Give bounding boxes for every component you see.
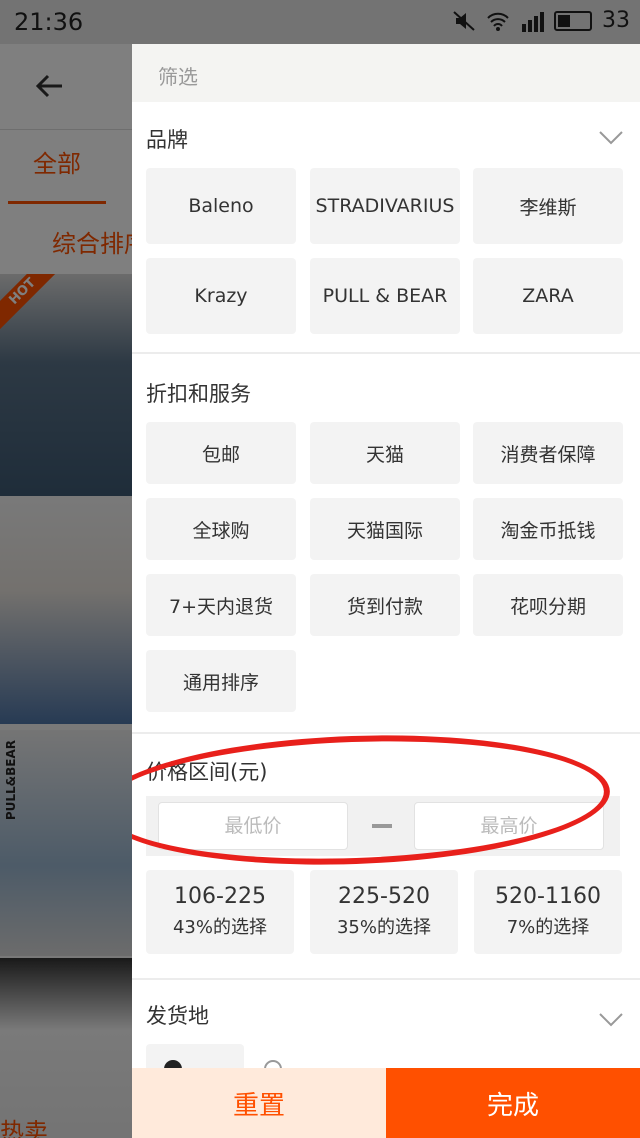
filter-title: 筛选 xyxy=(158,65,198,89)
brand-option[interactable]: Krazy xyxy=(146,258,296,334)
price-range-value: 225-520 xyxy=(338,884,430,909)
brand-option[interactable]: ZARA xyxy=(473,258,623,334)
brand-option[interactable]: Baleno xyxy=(146,168,296,244)
service-option[interactable]: 全球购 xyxy=(146,498,296,560)
price-range-option[interactable]: 520-1160 7%的选择 xyxy=(474,870,622,954)
service-option[interactable]: 7+天内退货 xyxy=(146,574,296,636)
service-option[interactable]: 天猫 xyxy=(310,422,460,484)
reset-button[interactable]: 重置 xyxy=(132,1068,386,1138)
service-option[interactable]: 包邮 xyxy=(146,422,296,484)
brand-option[interactable]: STRADIVARIUS xyxy=(310,168,460,244)
filter-action-bar: 重置 完成 xyxy=(132,1068,640,1138)
service-option[interactable]: 花呗分期 xyxy=(473,574,623,636)
price-range-value: 520-1160 xyxy=(495,884,601,909)
price-range-percent: 7%的选择 xyxy=(506,917,590,938)
price-range-option[interactable]: 106-225 43%的选择 xyxy=(146,870,294,954)
chevron-down-icon[interactable] xyxy=(598,1012,624,1028)
price-section-title: 价格区间(元) xyxy=(146,760,268,784)
service-option[interactable]: 通用排序 xyxy=(146,650,296,712)
done-button[interactable]: 完成 xyxy=(386,1068,640,1138)
services-section-title: 折扣和服务 xyxy=(146,382,251,406)
service-option[interactable]: 天猫国际 xyxy=(310,498,460,560)
price-range-percent: 43%的选择 xyxy=(172,917,267,938)
filter-title-bar: 筛选 xyxy=(132,44,640,102)
price-range-box xyxy=(146,796,620,856)
price-range-percent: 35%的选择 xyxy=(336,917,431,938)
brand-section-title: 品牌 xyxy=(146,128,188,152)
chevron-down-icon[interactable] xyxy=(598,130,624,146)
brand-option[interactable]: 李维斯 xyxy=(473,168,623,244)
price-range-value: 106-225 xyxy=(174,884,266,909)
service-option[interactable]: 淘金币抵钱 xyxy=(473,498,623,560)
price-range-option[interactable]: 225-520 35%的选择 xyxy=(310,870,458,954)
min-price-input[interactable] xyxy=(158,802,348,850)
service-option[interactable]: 消费者保障 xyxy=(473,422,623,484)
origin-section-title: 发货地 xyxy=(146,1004,209,1028)
section-divider xyxy=(132,978,640,980)
section-divider xyxy=(132,732,640,734)
max-price-input[interactable] xyxy=(414,802,604,850)
brand-option[interactable]: PULL & BEAR xyxy=(310,258,460,334)
section-divider xyxy=(132,352,640,354)
filter-panel: 筛选 品牌 Baleno STRADIVARIUS 李维斯 Krazy PULL… xyxy=(132,44,640,1138)
price-dash xyxy=(372,824,392,828)
service-option[interactable]: 货到付款 xyxy=(310,574,460,636)
